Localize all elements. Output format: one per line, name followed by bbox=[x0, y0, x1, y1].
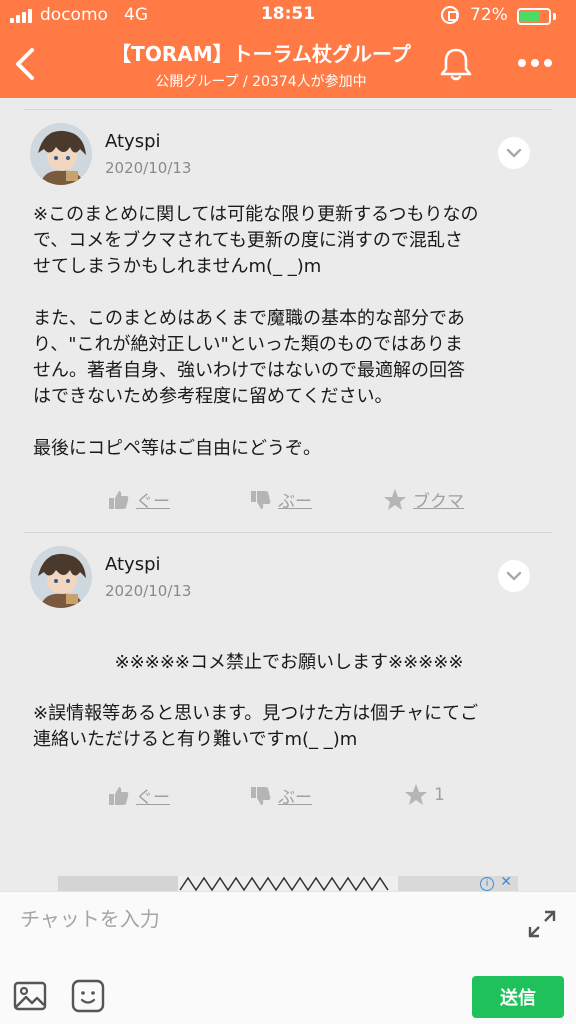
like-label: ぐー bbox=[136, 492, 170, 512]
post-text-line: また、このまとめはあくまで魔職の基本的な部分であ bbox=[33, 308, 465, 329]
avatar[interactable] bbox=[30, 546, 92, 608]
ad-banner[interactable]: i ✕ bbox=[58, 876, 518, 892]
info-icon[interactable]: i bbox=[480, 877, 494, 891]
avatar-image bbox=[30, 546, 92, 608]
dislike-label: ぶー bbox=[278, 492, 312, 512]
post-text-line: はできないため参考程度に留めてください。 bbox=[33, 386, 393, 407]
avatar[interactable] bbox=[30, 123, 92, 185]
post-actions: ぐー ぶー ブクマ bbox=[0, 487, 576, 517]
bookmark-button[interactable]: 1 bbox=[404, 783, 445, 807]
post-author[interactable]: Atyspi bbox=[105, 131, 161, 152]
ad-image bbox=[58, 876, 518, 892]
like-label: ぐー bbox=[136, 788, 170, 808]
battery-tip bbox=[553, 13, 556, 20]
orientation-lock-icon bbox=[441, 6, 459, 24]
dislike-label: ぶー bbox=[278, 788, 312, 808]
status-bar: docomo 4G 18:51 72% bbox=[0, 0, 576, 32]
post-menu-button[interactable] bbox=[498, 560, 530, 592]
chat-input[interactable] bbox=[20, 902, 500, 936]
star-icon bbox=[405, 784, 427, 805]
post-feed[interactable]: Atyspi 2020/10/13 ※このまとめに関しては可能な限り更新するつも… bbox=[0, 98, 576, 878]
post-card: Atyspi 2020/10/13 ※※※※※コメ禁止でお願いします※※※※※ … bbox=[0, 521, 576, 841]
post-text-line: り、"これが絶対正しい"といった類のものではありま bbox=[33, 334, 463, 355]
avatar-image bbox=[30, 123, 92, 185]
post-text-line: ※誤情報等あると思います。見つけた方は個チャにてご bbox=[33, 703, 479, 724]
post-actions: ぐー ぶー 1 bbox=[0, 783, 576, 813]
post-author[interactable]: Atyspi bbox=[105, 554, 161, 575]
group-title: 【TORAM】トーラム杖グループ bbox=[111, 42, 411, 66]
back-button[interactable] bbox=[6, 42, 46, 86]
group-subtitle: 公開グループ / 20374人が参加中 bbox=[155, 74, 367, 90]
sticker-button[interactable] bbox=[70, 978, 106, 1014]
bookmark-button[interactable]: ブクマ bbox=[383, 487, 464, 512]
dislike-button[interactable]: ぶー bbox=[250, 487, 312, 512]
post-body: ※誤情報等あると思います。見つけた方は個チャにてご 連絡いただけると有り難いです… bbox=[33, 701, 545, 753]
post-text-line: で、コメをブクマされても更新の度に消すので混乱さ bbox=[33, 230, 463, 251]
expand-icon bbox=[528, 910, 556, 938]
bell-icon bbox=[440, 48, 472, 81]
sticker-icon bbox=[71, 979, 105, 1013]
expand-button[interactable] bbox=[526, 908, 558, 940]
post-text-line: ※このまとめに関しては可能な限り更新するつもりなの bbox=[33, 204, 479, 225]
thumbs-down-icon bbox=[251, 786, 271, 805]
chevron-left-icon bbox=[16, 48, 34, 80]
dislike-button[interactable]: ぶー bbox=[250, 783, 312, 808]
like-button[interactable]: ぐー bbox=[108, 487, 170, 512]
post-text-line bbox=[33, 410, 545, 436]
bookmark-label: ブクマ bbox=[413, 492, 464, 512]
app-header: docomo 4G 18:51 72% 【TORAM】トーラム杖グループ 公開グ… bbox=[0, 0, 576, 98]
chevron-down-icon bbox=[506, 148, 522, 158]
more-dots-icon bbox=[518, 59, 552, 67]
close-icon[interactable]: ✕ bbox=[500, 876, 512, 890]
post-date: 2020/10/13 bbox=[105, 582, 192, 600]
chat-composer: 送信 bbox=[0, 891, 576, 1024]
thumbs-down-icon bbox=[251, 490, 271, 509]
image-button[interactable] bbox=[12, 978, 48, 1014]
image-icon bbox=[13, 981, 47, 1011]
notification-button[interactable] bbox=[436, 44, 476, 84]
more-options-button[interactable] bbox=[510, 46, 560, 80]
thumbs-up-icon bbox=[109, 786, 129, 805]
send-button[interactable]: 送信 bbox=[472, 976, 564, 1018]
battery-percent: 72% bbox=[470, 5, 508, 25]
post-menu-button[interactable] bbox=[498, 137, 530, 169]
post-centered-line: ※※※※※コメ禁止でお願いします※※※※※ bbox=[114, 652, 464, 673]
post-text-line: せてしまうかもしれませんm(_ _)m bbox=[33, 256, 322, 277]
post-body: ※このまとめに関しては可能な限り更新するつもりなの で、コメをブクマされても更新… bbox=[33, 202, 545, 462]
bookmark-count: 1 bbox=[434, 785, 445, 805]
thumbs-up-icon bbox=[109, 490, 129, 509]
post-text-line: 最後にコピペ等はご自由にどうぞ。 bbox=[33, 438, 321, 459]
post-card: Atyspi 2020/10/13 ※このまとめに関しては可能な限り更新するつも… bbox=[0, 98, 576, 528]
chevron-down-icon bbox=[506, 571, 522, 581]
post-date: 2020/10/13 bbox=[105, 159, 192, 177]
post-text-line: 連絡いただけると有り難いですm(_ _)m bbox=[33, 729, 358, 750]
post-text-line bbox=[33, 280, 545, 306]
star-icon bbox=[384, 488, 406, 510]
post-text-line: せん。著者自身、強いわけではないので最適解の回答 bbox=[33, 360, 465, 381]
header-title-block[interactable]: 【TORAM】トーラム杖グループ 公開グループ / 20374人が参加中 bbox=[96, 38, 426, 91]
like-button[interactable]: ぐー bbox=[108, 783, 170, 808]
battery-icon bbox=[517, 8, 551, 25]
